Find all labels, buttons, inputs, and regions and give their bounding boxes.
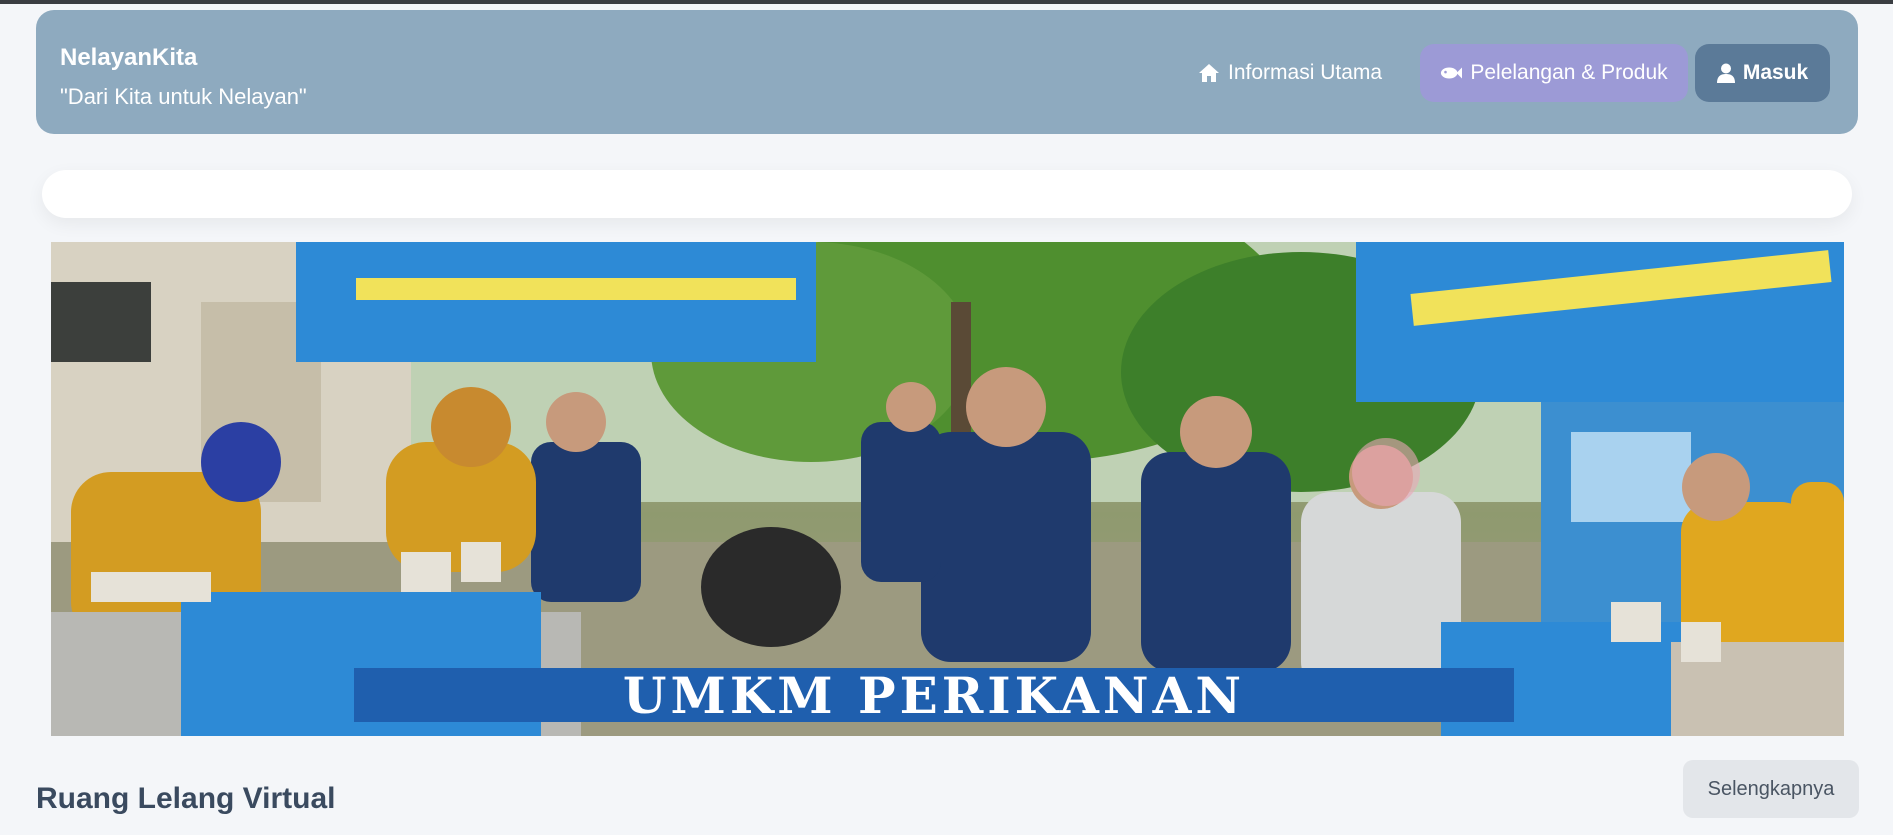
user-icon: [1716, 62, 1735, 84]
search-bar[interactable]: [42, 170, 1852, 218]
selengkapnya-button[interactable]: Selengkapnya: [1683, 760, 1859, 818]
banner-photo-illustration: [51, 242, 1844, 736]
home-icon: [1198, 62, 1220, 84]
section-title-ruang-lelang: Ruang Lelang Virtual: [36, 782, 336, 815]
top-border: [0, 0, 1893, 4]
brand-tagline: "Dari Kita untuk Nelayan": [60, 84, 307, 109]
banner-caption: UMKM PERIKANAN: [354, 666, 1514, 725]
nav-informasi-utama-label: Informasi Utama: [1228, 61, 1383, 84]
hero-banner-image: UMKM PERIKANAN: [51, 242, 1844, 736]
nav-pelelangan-produk[interactable]: Pelelangan & Produk: [1420, 44, 1688, 102]
navbar: NelayanKita "Dari Kita untuk Nelayan" In…: [36, 10, 1858, 134]
fish-icon: [1440, 62, 1463, 84]
nav-pelelangan-produk-label: Pelelangan & Produk: [1470, 61, 1668, 84]
brand-name[interactable]: NelayanKita: [60, 44, 197, 72]
login-button[interactable]: Masuk: [1695, 44, 1830, 102]
nav-informasi-utama[interactable]: Informasi Utama: [1176, 44, 1404, 102]
login-button-label: Masuk: [1742, 61, 1809, 84]
